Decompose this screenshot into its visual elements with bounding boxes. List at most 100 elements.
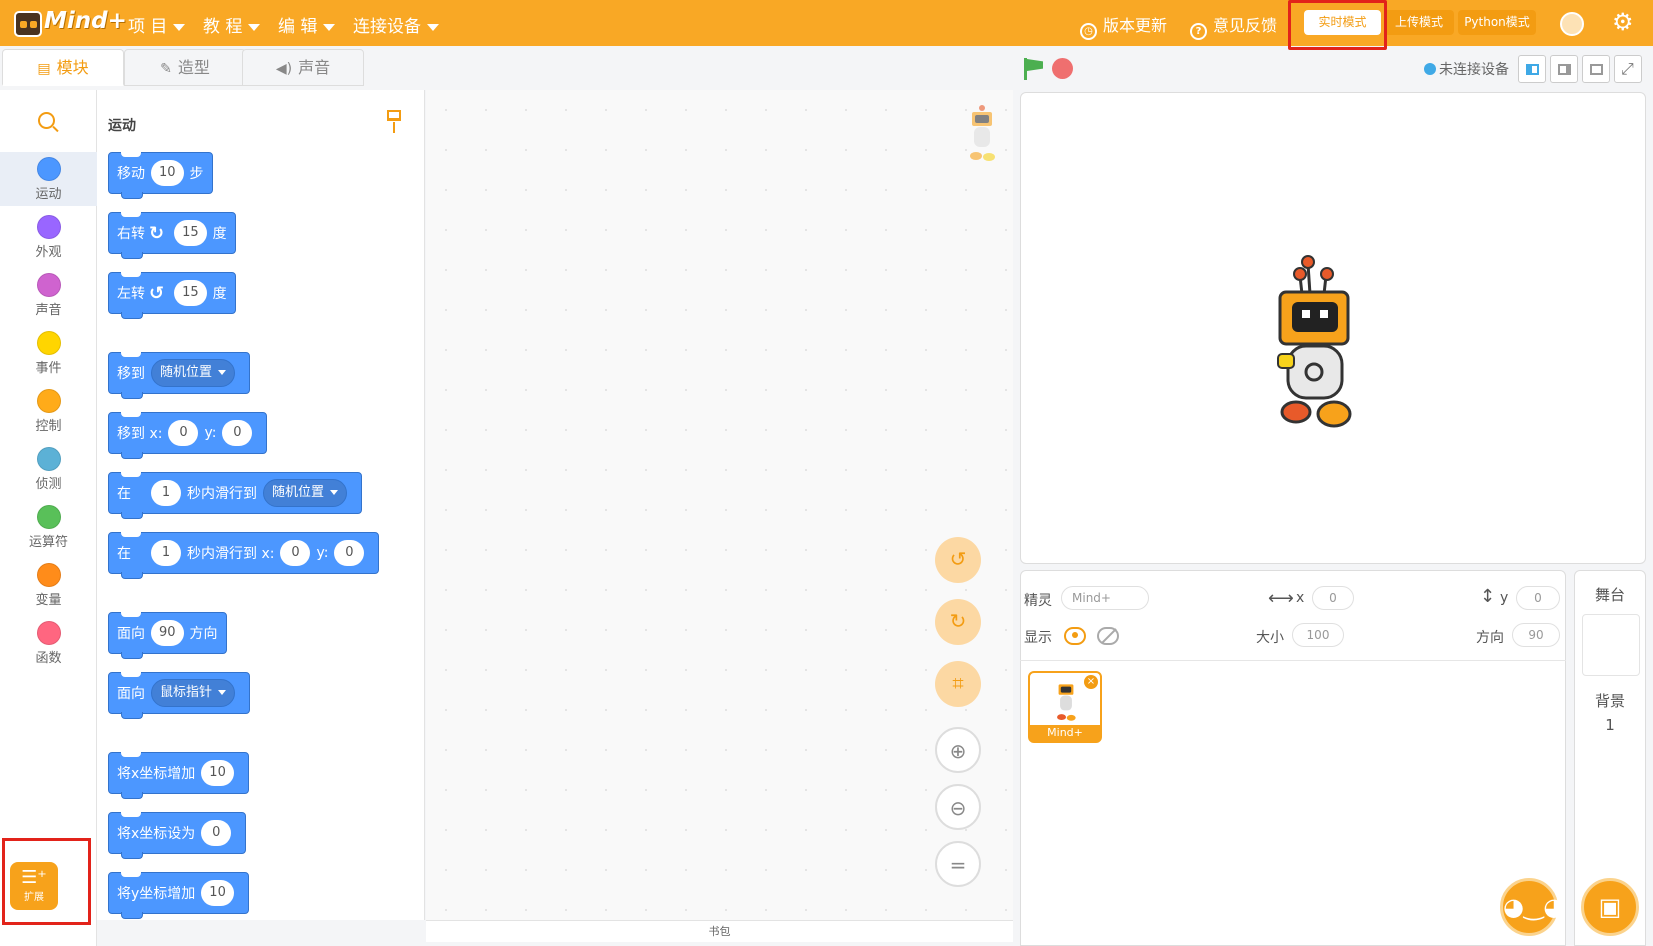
normal-stage-layout-button[interactable]: [1550, 55, 1578, 83]
category-sound[interactable]: 声音: [0, 268, 97, 322]
block-dropdown[interactable]: 随机位置: [151, 359, 236, 387]
add-backdrop-button[interactable]: ▣: [1581, 878, 1639, 936]
category-events[interactable]: 事件: [0, 326, 97, 380]
block-goto[interactable]: 移到 随机位置: [108, 352, 251, 399]
category-variables[interactable]: 变量: [0, 558, 97, 612]
feedback-link[interactable]: ? 意见反馈: [1190, 12, 1277, 40]
size-input[interactable]: 100: [1292, 623, 1344, 647]
stage-thumbnail[interactable]: [1582, 614, 1640, 676]
mindplus-robot-sprite[interactable]: [1272, 254, 1358, 430]
block-input[interactable]: 0: [201, 820, 232, 846]
menu-project[interactable]: 项 目: [128, 12, 186, 37]
block-input[interactable]: 1: [151, 540, 181, 566]
sprite-thumbnail[interactable]: × Mind+: [1028, 671, 1102, 743]
eye-off-icon[interactable]: [1097, 627, 1119, 645]
block-point-direction[interactable]: 面向 90 方向: [108, 612, 227, 659]
rotate-cw-icon: ↻: [149, 222, 165, 244]
redo-button[interactable]: ↻: [935, 599, 981, 645]
search-icon[interactable]: [38, 112, 55, 129]
x-input[interactable]: 0: [1312, 586, 1354, 610]
tab-costumes[interactable]: ✎ 造型: [124, 49, 246, 86]
category-label: 运算符: [28, 535, 68, 550]
block-glide-xy[interactable]: 在 1 秒内滑行到 x: 0 y: 0: [108, 532, 380, 579]
block-input[interactable]: 0: [334, 540, 365, 566]
y-label: y: [1500, 590, 1509, 606]
block-move-steps[interactable]: 移动 10 步: [108, 152, 213, 199]
python-mode-button[interactable]: Python模式: [1458, 10, 1536, 35]
menu-project-label: 项 目: [128, 17, 168, 37]
brush-icon: ✎: [160, 61, 172, 77]
category-label: 控制: [35, 419, 62, 434]
cleanup-button[interactable]: ⌗: [935, 661, 981, 707]
block-input[interactable]: 15: [174, 280, 207, 306]
zoom-reset-button[interactable]: =: [935, 841, 981, 887]
menu-tutorial[interactable]: 教 程: [203, 12, 261, 37]
x-label: x: [1296, 590, 1305, 606]
y-input[interactable]: 0: [1516, 586, 1560, 610]
sprite-label: 精灵: [1024, 593, 1052, 609]
block-dropdown[interactable]: 随机位置: [263, 479, 348, 507]
category-functions[interactable]: 函数: [0, 616, 97, 670]
category-dot: [36, 505, 61, 529]
block-change-y[interactable]: 将y坐标增加 10: [108, 872, 249, 919]
image-add-icon: ▣: [1598, 893, 1622, 921]
block-turn-right[interactable]: 右转 ↻ 15 度: [108, 212, 236, 259]
block-turn-left[interactable]: 左转 ↺ 15 度: [108, 272, 236, 319]
block-input[interactable]: 90: [151, 620, 184, 646]
small-stage-layout-button[interactable]: [1518, 55, 1546, 83]
code-workspace[interactable]: [426, 90, 1013, 920]
block-change-x[interactable]: 将x坐标增加 10: [108, 752, 249, 799]
pin-icon[interactable]: [383, 108, 405, 134]
block-input[interactable]: 10: [151, 160, 184, 186]
stop-icon[interactable]: [1052, 58, 1073, 79]
gear-icon[interactable]: ⚙: [1612, 10, 1634, 34]
menu-edit-label: 编 辑: [278, 17, 318, 37]
category-label: 声音: [35, 303, 62, 318]
device-status: 未连接设备: [1424, 59, 1509, 79]
add-sprite-button[interactable]: ◕‿◕: [1500, 878, 1564, 936]
version-update-link[interactable]: ◷ 版本更新: [1080, 12, 1167, 40]
category-looks[interactable]: 外观: [0, 210, 97, 264]
block-point-towards[interactable]: 面向 鼠标指针: [108, 672, 251, 719]
upload-mode-button[interactable]: 上传模式: [1384, 10, 1454, 35]
backpack-bar[interactable]: 书包: [426, 920, 1013, 942]
block-input[interactable]: 1: [151, 480, 181, 506]
category-control[interactable]: 控制: [0, 384, 97, 438]
block-input[interactable]: 0: [280, 540, 311, 566]
block-input[interactable]: 10: [201, 760, 234, 786]
block-text: 移动: [117, 166, 145, 182]
mode-highlight-box: [1288, 0, 1387, 50]
fullscreen-button[interactable]: ⤢: [1614, 55, 1642, 83]
category-motion[interactable]: 运动: [0, 152, 97, 206]
status-dot-icon: [1424, 63, 1436, 75]
block-text: y:: [204, 425, 217, 441]
large-stage-layout-button[interactable]: [1582, 55, 1610, 83]
block-input[interactable]: 10: [201, 880, 234, 906]
block-goto-xy[interactable]: 移到 x: 0 y: 0: [108, 412, 268, 459]
block-input[interactable]: 0: [222, 420, 253, 446]
green-flag-icon[interactable]: [1024, 58, 1044, 80]
menu-connect-device[interactable]: 连接设备: [353, 12, 439, 37]
menu-edit[interactable]: 编 辑: [278, 12, 336, 37]
category-label: 变量: [35, 593, 62, 608]
zoom-in-button[interactable]: ⊕: [935, 727, 981, 773]
block-input[interactable]: 15: [174, 220, 207, 246]
tab-sounds[interactable]: ◀) 声音: [242, 49, 364, 86]
category-dot: [36, 563, 61, 587]
category-sensing[interactable]: 侦测: [0, 442, 97, 496]
block-dropdown[interactable]: 鼠标指针: [151, 679, 236, 707]
block-set-x[interactable]: 将x坐标设为 0: [108, 812, 247, 859]
delete-sprite-icon[interactable]: ×: [1084, 675, 1098, 689]
direction-input[interactable]: 90: [1512, 623, 1560, 647]
tab-blocks[interactable]: ▤ 模块: [2, 49, 124, 86]
undo-button[interactable]: ↺: [935, 537, 981, 583]
category-operators[interactable]: 运算符: [0, 500, 97, 554]
block-glide-to[interactable]: 在 1 秒内滑行到 随机位置: [108, 472, 363, 519]
sprite-name-input[interactable]: Mind+: [1061, 586, 1149, 610]
block-text: 秒内滑行到: [187, 486, 257, 502]
block-input[interactable]: 0: [168, 420, 199, 446]
zoom-out-button[interactable]: ⊖: [935, 784, 981, 830]
user-avatar[interactable]: [1560, 12, 1584, 36]
block-text: 度: [212, 226, 227, 242]
eye-icon[interactable]: [1064, 627, 1086, 645]
